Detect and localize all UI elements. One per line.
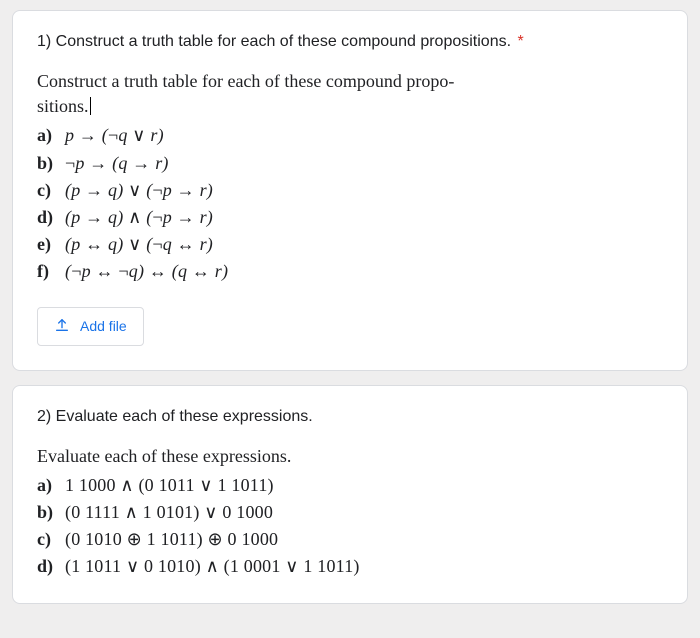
item-label: d) xyxy=(37,205,61,230)
item-expression: (1 1011 ∨ 0 1010) ∧ (1 0001 ∨ 1 1011) xyxy=(65,554,360,579)
q2-item-list: a) 1 1000 ∧ (0 1011 ∨ 1 1011) b) (0 1111… xyxy=(37,473,663,580)
item-label: c) xyxy=(37,178,61,203)
item-expression: (0 1111 ∧ 1 0101) ∨ 0 1000 xyxy=(65,500,273,525)
q2-lead: Evaluate each of these expressions. xyxy=(37,444,663,469)
item-label: e) xyxy=(37,232,61,257)
add-file-button[interactable]: Add file xyxy=(37,307,144,346)
item-label: b) xyxy=(37,151,61,176)
item-label: a) xyxy=(37,473,61,498)
question-2-body: Evaluate each of these expressions. a) 1… xyxy=(37,444,663,580)
question-2-card: 2) Evaluate each of these expressions. E… xyxy=(12,385,688,605)
item-label: a) xyxy=(37,123,61,148)
q2-item-d: d) (1 1011 ∨ 0 1010) ∧ (1 0001 ∨ 1 1011) xyxy=(37,554,663,579)
item-expression: (p ↔ q) ∨ (¬q ↔ r) xyxy=(65,232,213,257)
q1-item-c: c) (p → q) ∨ (¬p → r) xyxy=(37,178,663,203)
item-expression: (p → q) ∨ (¬p → r) xyxy=(65,178,213,203)
q1-item-e: e) (p ↔ q) ∨ (¬q ↔ r) xyxy=(37,232,663,257)
question-1-body: Construct a truth table for each of thes… xyxy=(37,69,663,285)
q1-item-b: b) ¬p → (q → r) xyxy=(37,151,663,176)
q1-lead-line1: Construct a truth table for each of thes… xyxy=(37,69,663,94)
item-label: f) xyxy=(37,259,61,284)
item-expression: 1 1000 ∧ (0 1011 ∨ 1 1011) xyxy=(65,473,274,498)
question-2-title: 2) Evaluate each of these expressions. xyxy=(37,408,663,426)
item-label: c) xyxy=(37,527,61,552)
item-label: b) xyxy=(37,500,61,525)
item-expression: p → (¬q ∨ r) xyxy=(65,123,164,148)
q1-item-d: d) (p → q) ∧ (¬p → r) xyxy=(37,205,663,230)
q1-item-a: a) p → (¬q ∨ r) xyxy=(37,123,663,148)
item-expression: (p → q) ∧ (¬p → r) xyxy=(65,205,213,230)
item-expression: ¬p → (q → r) xyxy=(65,151,169,176)
q2-item-c: c) (0 1010 ⊕ 1 1011) ⊕ 0 1000 xyxy=(37,527,663,552)
q2-item-a: a) 1 1000 ∧ (0 1011 ∨ 1 1011) xyxy=(37,473,663,498)
question-1-title-text: 1) Construct a truth table for each of t… xyxy=(37,33,511,50)
q1-lead-line2: sitions. xyxy=(37,94,663,119)
item-expression: (0 1010 ⊕ 1 1011) ⊕ 0 1000 xyxy=(65,527,278,552)
q1-item-list: a) p → (¬q ∨ r) b) ¬p → (q → r) c) (p → … xyxy=(37,123,663,284)
required-asterisk: * xyxy=(518,33,524,50)
question-1-card: 1) Construct a truth table for each of t… xyxy=(12,10,688,371)
text-cursor xyxy=(90,97,91,115)
add-file-label: Add file xyxy=(80,318,127,334)
item-expression: (¬p ↔ ¬q) ↔ (q ↔ r) xyxy=(65,259,228,284)
item-label: d) xyxy=(37,554,61,579)
upload-icon xyxy=(54,317,70,336)
q2-item-b: b) (0 1111 ∧ 1 0101) ∨ 0 1000 xyxy=(37,500,663,525)
q1-lead-line2-text: sitions. xyxy=(37,96,89,116)
q1-item-f: f) (¬p ↔ ¬q) ↔ (q ↔ r) xyxy=(37,259,663,284)
question-1-title: 1) Construct a truth table for each of t… xyxy=(37,33,663,51)
